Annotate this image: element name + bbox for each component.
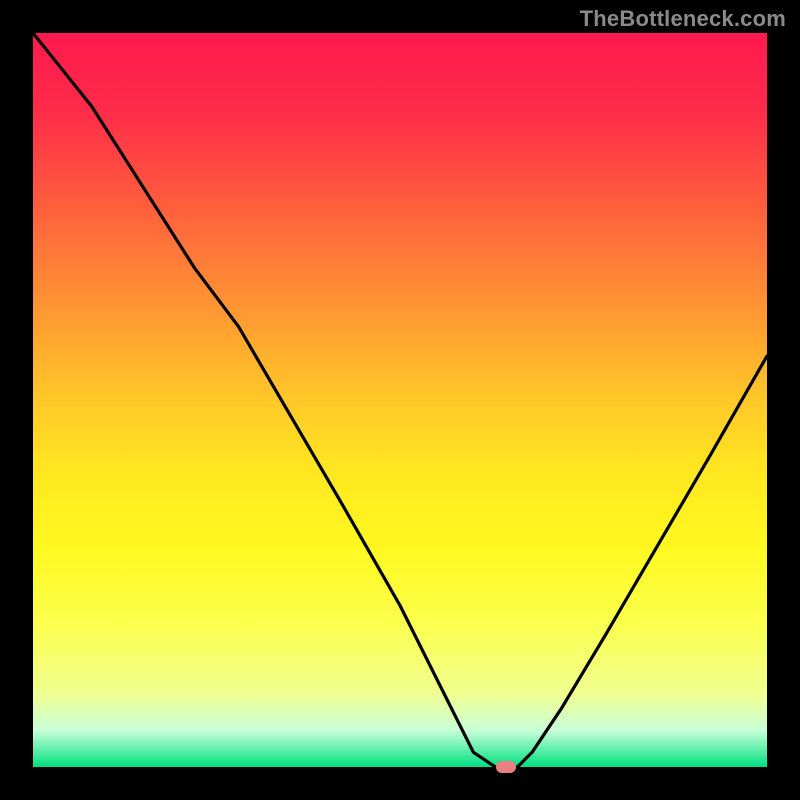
watermark-text: TheBottleneck.com bbox=[580, 6, 786, 32]
plot-area bbox=[33, 33, 767, 767]
optimal-marker bbox=[496, 761, 516, 773]
bottleneck-curve bbox=[33, 33, 767, 767]
chart-container: TheBottleneck.com bbox=[0, 0, 800, 800]
